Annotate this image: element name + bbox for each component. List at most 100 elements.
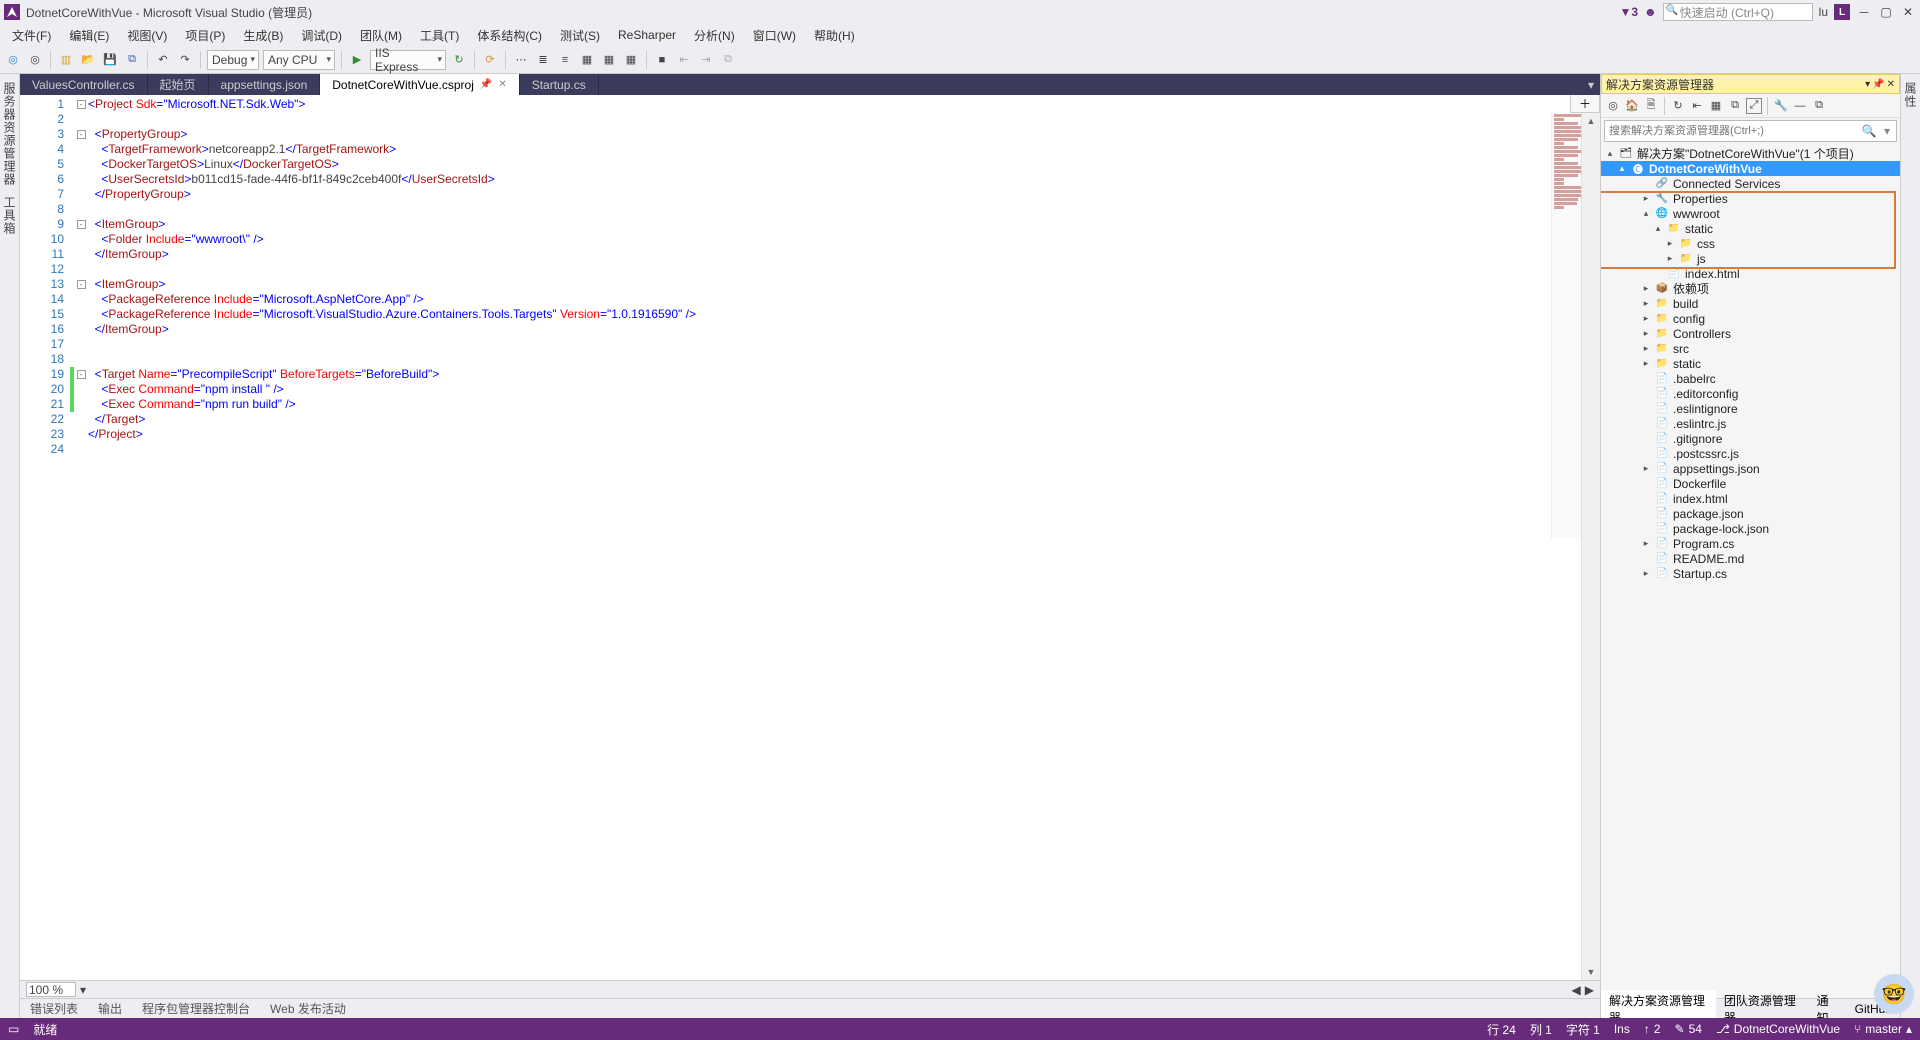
menu-item[interactable]: 文件(F) (4, 25, 59, 46)
tree-twisty-icon[interactable]: ▸ (1641, 358, 1651, 369)
menu-item[interactable]: 调试(D) (293, 25, 350, 46)
tree-node[interactable]: 📄Dockerfile (1601, 476, 1900, 491)
solution-search[interactable]: 🔍 ▾ (1604, 120, 1897, 142)
tb-icons[interactable]: ⇤ (675, 51, 693, 69)
sx-collapse-button[interactable]: ⇤ (1689, 98, 1705, 114)
user-avatar[interactable]: L (1834, 4, 1850, 20)
hscroll-left-icon[interactable]: ◀ (1572, 983, 1581, 997)
output-tab[interactable]: 输出 (94, 998, 126, 1019)
tree-twisty-icon[interactable]: ▴ (1653, 223, 1663, 234)
tree-twisty-icon[interactable]: ▸ (1641, 568, 1651, 579)
tree-node[interactable]: 📄index.html (1601, 491, 1900, 506)
menu-item[interactable]: 工具(T) (412, 25, 467, 46)
platform-dropdown[interactable]: Any CPU (263, 50, 335, 70)
tb-icons[interactable]: ⧉ (719, 51, 737, 69)
tree-node[interactable]: 📄.babelrc (1601, 371, 1900, 386)
tree-node[interactable]: ▸📁src (1601, 341, 1900, 356)
menu-item[interactable]: 分析(N) (686, 25, 743, 46)
tree-twisty-icon[interactable]: ▸ (1641, 283, 1651, 294)
sx-filter-button[interactable]: — (1792, 98, 1808, 114)
sx-home-button[interactable]: 🏠 (1624, 98, 1640, 114)
tree-node[interactable]: ▸🔧Properties (1601, 191, 1900, 206)
tree-twisty-icon[interactable]: ▸ (1641, 313, 1651, 324)
tree-twisty-icon[interactable]: ▸ (1641, 193, 1651, 204)
sx-properties-button[interactable]: ⤢ (1746, 98, 1762, 114)
document-tab[interactable]: ValuesController.cs (20, 74, 148, 95)
tab-close-icon[interactable]: ✕ (498, 79, 506, 90)
sx-copy-button[interactable]: ⧉ (1727, 98, 1743, 114)
maximize-button[interactable]: ▢ (1878, 4, 1894, 20)
menu-item[interactable]: 视图(V) (119, 25, 175, 46)
tree-node[interactable]: 📄.postcssrc.js (1601, 446, 1900, 461)
output-tab[interactable]: 错误列表 (26, 998, 82, 1019)
back-button[interactable]: ◎ (4, 51, 22, 69)
status-pending[interactable]: ✎ 54 (1675, 1022, 1702, 1036)
menu-item[interactable]: 帮助(H) (806, 25, 863, 46)
status-branch[interactable]: ⑂ master ▴ (1854, 1022, 1912, 1036)
tab-overflow-icon[interactable]: ▾ (1582, 74, 1600, 95)
document-tab[interactable]: DotnetCoreWithVue.csproj📌✕ (320, 74, 519, 95)
sx-show-all-button[interactable]: ▦ (1708, 98, 1724, 114)
refresh-browser-button[interactable]: ↻ (450, 51, 468, 69)
tree-twisty-icon[interactable]: ▸ (1641, 328, 1651, 339)
solution-node[interactable]: ▴🗂 解决方案"DotnetCoreWithVue"(1 个项目) (1601, 146, 1900, 161)
tree-node[interactable]: ▴📁static (1601, 221, 1900, 236)
tree-node[interactable]: 📄.editorconfig (1601, 386, 1900, 401)
solution-tree[interactable]: ▴🗂 解决方案"DotnetCoreWithVue"(1 个项目) ▴🅒 Dot… (1601, 144, 1900, 998)
menu-item[interactable]: 测试(S) (552, 25, 608, 46)
tree-node[interactable]: ▸📄Startup.cs (1601, 566, 1900, 581)
solution-search-input[interactable] (1605, 125, 1860, 137)
document-tab[interactable]: appsettings.json (209, 74, 321, 95)
fold-toggle[interactable]: - (77, 100, 86, 109)
output-tab[interactable]: 程序包管理器控制台 (138, 998, 254, 1019)
notification-flag-icon[interactable]: ▼3 (1619, 5, 1638, 19)
tree-twisty-icon[interactable]: ▸ (1665, 253, 1675, 264)
scroll-down-icon[interactable]: ▼ (1582, 964, 1600, 980)
sx-view-button[interactable]: ⧉ (1811, 98, 1827, 114)
run-target-dropdown[interactable]: IIS Express (370, 50, 446, 70)
status-repo[interactable]: ⎇ DotnetCoreWithVue (1716, 1022, 1840, 1036)
menu-item[interactable]: 项目(P) (177, 25, 233, 46)
user-name[interactable]: lu (1819, 5, 1828, 19)
toolbox-tab[interactable]: 工具箱 (0, 192, 20, 239)
tree-node[interactable]: ▸📁css (1601, 236, 1900, 251)
assistant-avatar[interactable]: 🤓 (1874, 974, 1914, 1014)
sx-wrench-button[interactable]: 🔧 (1773, 98, 1789, 114)
tb-icons[interactable]: ≡ (556, 51, 574, 69)
project-node[interactable]: ▴🅒 DotnetCoreWithVue (1601, 161, 1900, 176)
tree-twisty-icon[interactable]: ▸ (1641, 343, 1651, 354)
code-minimap[interactable] (1551, 113, 1581, 538)
zoom-level[interactable]: 100 % (26, 982, 76, 997)
browser-link-button[interactable]: ⟳ (481, 51, 499, 69)
tree-node[interactable]: ▸📁config (1601, 311, 1900, 326)
tree-twisty-icon[interactable]: ▸ (1641, 463, 1651, 474)
menu-item[interactable]: 体系结构(C) (469, 25, 550, 46)
tree-node[interactable]: 🔗Connected Services (1601, 176, 1900, 191)
menu-item[interactable]: ReSharper (610, 26, 684, 44)
code-text[interactable]: <Project Sdk="Microsoft.NET.Sdk.Web"> <P… (88, 95, 1600, 980)
server-explorer-tab[interactable]: 服务器资源管理器 (0, 78, 20, 190)
tree-twisty-icon[interactable]: ▸ (1665, 238, 1675, 249)
tree-node[interactable]: ▸📁Controllers (1601, 326, 1900, 341)
split-editor-button[interactable]: ＋ (1570, 95, 1600, 113)
tree-node[interactable]: ▸📁static (1601, 356, 1900, 371)
search-icon[interactable]: 🔍 (1860, 124, 1878, 138)
code-editor[interactable]: 123456789101112131415161718192021222324 … (20, 95, 1600, 980)
new-project-button[interactable]: ▥ (57, 51, 75, 69)
tb-icons[interactable]: ⇥ (697, 51, 715, 69)
tree-node[interactable]: 📄package-lock.json (1601, 521, 1900, 536)
tree-node[interactable]: 📄README.md (1601, 551, 1900, 566)
tree-node[interactable]: ▸📄Program.cs (1601, 536, 1900, 551)
tree-node[interactable]: ▸📁js (1601, 251, 1900, 266)
tb-icons[interactable]: ▦ (600, 51, 618, 69)
output-tab[interactable]: Web 发布活动 (266, 998, 350, 1019)
tree-twisty-icon[interactable]: ▴ (1641, 208, 1651, 219)
scroll-track[interactable] (1584, 129, 1598, 964)
close-button[interactable]: ✕ (1900, 4, 1916, 20)
save-all-button[interactable]: ⧉ (123, 51, 141, 69)
hscroll-right-icon[interactable]: ▶ (1585, 983, 1594, 997)
tree-node[interactable]: 📄.eslintignore (1601, 401, 1900, 416)
save-button[interactable]: 💾 (101, 51, 119, 69)
tab-pin-icon[interactable]: 📌 (480, 79, 492, 90)
properties-tab[interactable]: 属性 (1900, 78, 1920, 112)
